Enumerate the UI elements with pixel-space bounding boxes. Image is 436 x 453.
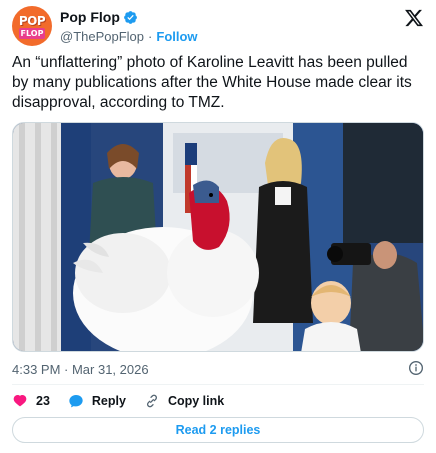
post-photo[interactable] bbox=[12, 122, 424, 352]
copy-link-label: Copy link bbox=[167, 394, 225, 408]
separator-dot: · bbox=[148, 28, 153, 44]
like-button[interactable]: 23 bbox=[12, 393, 50, 409]
avatar-logo-top: POP bbox=[18, 14, 46, 28]
reply-bubble-icon bbox=[69, 395, 83, 408]
avatar-logo-bottom: FLOP bbox=[19, 28, 45, 39]
display-name[interactable]: Pop Flop bbox=[60, 9, 120, 25]
post-timestamp[interactable]: 4:33 PM · Mar 31, 2026 bbox=[12, 360, 149, 378]
handle[interactable]: @ThePopFlop bbox=[60, 29, 144, 44]
divider bbox=[12, 384, 424, 385]
copy-link-button[interactable]: Copy link bbox=[144, 393, 224, 409]
x-logo-icon[interactable] bbox=[404, 8, 424, 28]
avatar[interactable]: POP FLOP bbox=[12, 6, 52, 46]
action-bar: 23 Reply Copy link bbox=[12, 391, 242, 411]
follow-button[interactable]: Follow bbox=[156, 29, 197, 44]
info-icon[interactable] bbox=[408, 360, 424, 376]
reply-button[interactable]: Reply bbox=[68, 393, 126, 409]
read-replies-button[interactable]: Read 2 replies bbox=[12, 417, 424, 443]
name-row: Pop Flop bbox=[60, 8, 138, 26]
like-count: 23 bbox=[36, 394, 50, 408]
verified-badge-icon bbox=[123, 10, 137, 24]
handle-row: @ThePopFlop · Follow bbox=[60, 28, 198, 44]
reply-label: Reply bbox=[91, 394, 126, 408]
link-icon bbox=[147, 394, 157, 408]
heart-icon bbox=[13, 395, 27, 407]
photo-illustration bbox=[13, 123, 423, 351]
post-header: POP FLOP Pop Flop @ThePopFlop · Follow bbox=[12, 6, 424, 46]
embedded-post-card: POP FLOP Pop Flop @ThePopFlop · Follow A… bbox=[0, 0, 436, 453]
tweet-text: An “unflattering” photo of Karoline Leav… bbox=[12, 54, 412, 111]
